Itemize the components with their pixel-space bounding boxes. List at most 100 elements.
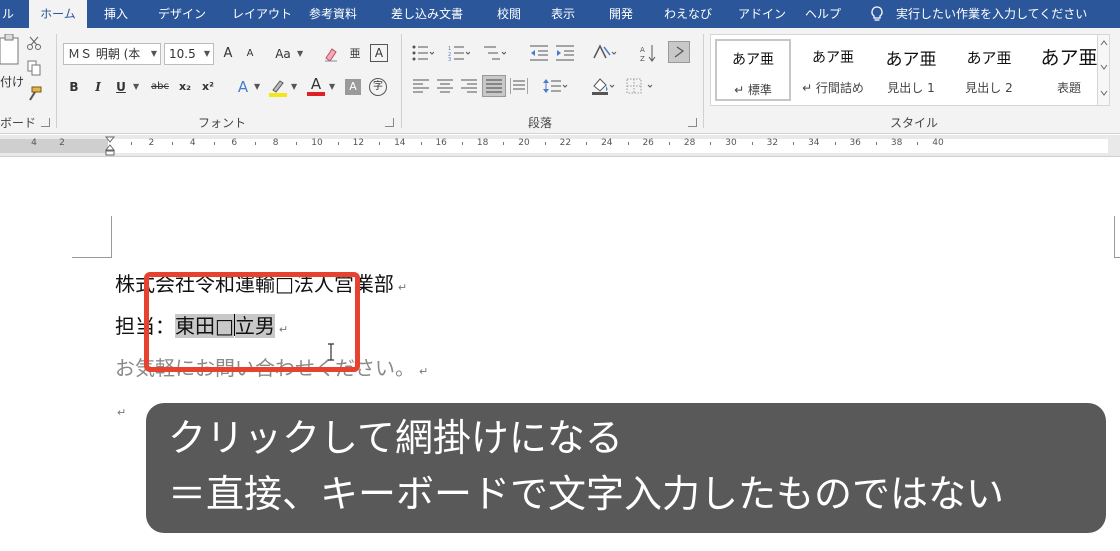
distributed-icon[interactable] (510, 78, 528, 94)
tab-waenavi[interactable]: わえなび (664, 0, 712, 28)
ruler-number: 4 (31, 138, 37, 148)
paragraph-shading-icon[interactable] (590, 76, 618, 96)
grow-font-button[interactable]: A (219, 44, 237, 64)
font-dialog-launcher[interactable] (385, 118, 394, 127)
borders-icon[interactable] (626, 78, 656, 94)
enclose-characters-button[interactable]: 字 (369, 78, 387, 96)
ruler-number: 32 (766, 138, 779, 148)
horizontal-ruler[interactable]: 4 2 2 4 6 8 10 12 14 16 18 20 22 24 26 28 30 32 34 36 38 40 (0, 135, 1120, 157)
style-preview: あア亜 (1040, 47, 1098, 69)
styles-gallery-scroll[interactable] (1097, 35, 1109, 105)
ruler-number: 14 (394, 138, 406, 148)
align-right-icon[interactable] (461, 79, 477, 93)
ruler-margin-area (0, 139, 108, 153)
style-preview: あア亜 (885, 50, 937, 70)
sort-icon[interactable]: AZ (640, 44, 656, 62)
tab-home[interactable]: ホーム (29, 0, 87, 28)
character-border-button[interactable]: A (370, 44, 388, 62)
ruler-number: 16 (435, 138, 447, 148)
clipboard-dialog-launcher[interactable] (41, 118, 50, 127)
style-no-spacing[interactable]: あア亜 ↵ 行間詰め (795, 39, 871, 101)
show-paragraph-marks-icon[interactable] (668, 41, 690, 63)
italic-button[interactable]: I (90, 77, 106, 97)
bold-button[interactable]: B (66, 77, 82, 97)
ruler-tick (586, 142, 588, 145)
ruler-tick (379, 142, 381, 145)
tab-design[interactable]: デザイン (158, 0, 206, 28)
style-heading-1[interactable]: あア亜 見出し 1 (873, 39, 949, 101)
style-preview: あア亜 (732, 52, 774, 68)
bullets-icon[interactable] (412, 45, 434, 61)
increase-indent-icon[interactable] (556, 45, 574, 61)
font-color-button[interactable]: A (307, 74, 325, 96)
format-painter-icon[interactable] (26, 86, 42, 102)
ruler-number: 12 (352, 138, 365, 148)
style-title[interactable]: あア亜 表題 (1031, 39, 1107, 101)
clear-formatting-icon[interactable] (323, 46, 339, 62)
style-heading-2[interactable]: あア亜 見出し 2 (951, 39, 1027, 101)
align-left-icon[interactable] (413, 79, 429, 93)
ruler-number: 40 (932, 138, 944, 148)
tab-references[interactable]: 参考資料 (309, 0, 357, 28)
clipboard-group-label: ボード (0, 116, 37, 130)
subscript-button[interactable]: x₂ (176, 77, 194, 97)
asian-layout-icon[interactable] (592, 44, 618, 62)
justify-icon[interactable] (482, 75, 506, 97)
ruler-tick (710, 142, 712, 145)
tab-layout[interactable]: レイアウト (232, 0, 292, 28)
font-size-combo[interactable]: 10.5 ▼ (164, 43, 214, 65)
paragraph-group-label: 段落 (528, 116, 553, 130)
tab-review[interactable]: 校閲 (497, 0, 521, 28)
copy-icon[interactable] (26, 60, 42, 76)
ibeam-cursor-icon (326, 343, 336, 361)
character-shading-button[interactable]: A (345, 79, 361, 95)
cut-icon[interactable] (26, 35, 42, 51)
align-center-icon[interactable] (437, 79, 453, 93)
change-case-button[interactable]: Aa (271, 44, 295, 64)
chevron-down-icon: ▼ (203, 49, 210, 58)
decrease-indent-icon[interactable] (530, 45, 548, 61)
svg-text:Z: Z (640, 55, 645, 62)
multilevel-list-icon[interactable] (484, 45, 506, 61)
font-group-label: フォント (198, 116, 247, 130)
numbering-icon[interactable]: 123 (448, 45, 470, 61)
ruler-number: 28 (683, 138, 696, 148)
tell-me-box[interactable]: 実行したい作業を入力してください (896, 0, 1087, 28)
tab-insert[interactable]: 挿入 (104, 0, 128, 28)
chevron-down-icon: ▼ (133, 82, 140, 91)
ruler-tick (834, 142, 836, 145)
ribbon-tab-bar: ル ホーム 挿入 デザイン レイアウト 参考資料 差し込み文書 校閲 表示 開発… (0, 0, 1120, 28)
shrink-font-button[interactable]: A (241, 44, 259, 64)
ruler-tick (213, 142, 215, 145)
strikethrough-button[interactable]: abc (148, 77, 172, 97)
text-effects-button[interactable]: A (234, 77, 252, 97)
ruler-number: 18 (476, 138, 489, 148)
style-name: 表題 (1056, 81, 1081, 95)
ruler-tick (503, 142, 505, 145)
chevron-down-icon: ▼ (254, 82, 261, 91)
ruler-tick (875, 142, 877, 145)
paragraph-mark: ↵ (419, 365, 429, 378)
ruler-tick (544, 142, 546, 145)
tab-help[interactable]: ヘルプ (805, 0, 841, 28)
tab-addins[interactable]: アドイン (738, 0, 786, 28)
superscript-button[interactable]: x² (199, 77, 217, 97)
tab-mailings[interactable]: 差し込み文書 (391, 0, 463, 28)
highlighter-icon[interactable] (267, 78, 289, 98)
font-name-combo[interactable]: ＭＳ 明朝 (本 ▼ (63, 43, 161, 65)
line-spacing-icon[interactable] (543, 78, 569, 94)
paste-button-label[interactable]: 付け (0, 72, 24, 92)
phonetic-guide-button[interactable]: 亜 (346, 44, 364, 64)
underline-button[interactable]: U (114, 77, 128, 97)
style-normal[interactable]: あア亜 ↵ 標準 (715, 39, 791, 101)
indent-marker-icon[interactable] (104, 136, 116, 156)
tab-view[interactable]: 表示 (551, 0, 575, 28)
tab-developer[interactable]: 開発 (609, 0, 633, 28)
ruler-number: 2 (148, 138, 155, 148)
ruler-number: 38 (890, 138, 903, 148)
paste-icon[interactable] (0, 34, 22, 74)
lightbulb-icon[interactable] (868, 5, 886, 23)
paragraph-dialog-launcher[interactable] (688, 118, 697, 127)
tab-file-partial[interactable]: ル (2, 0, 20, 28)
ruler-tick (917, 142, 919, 145)
